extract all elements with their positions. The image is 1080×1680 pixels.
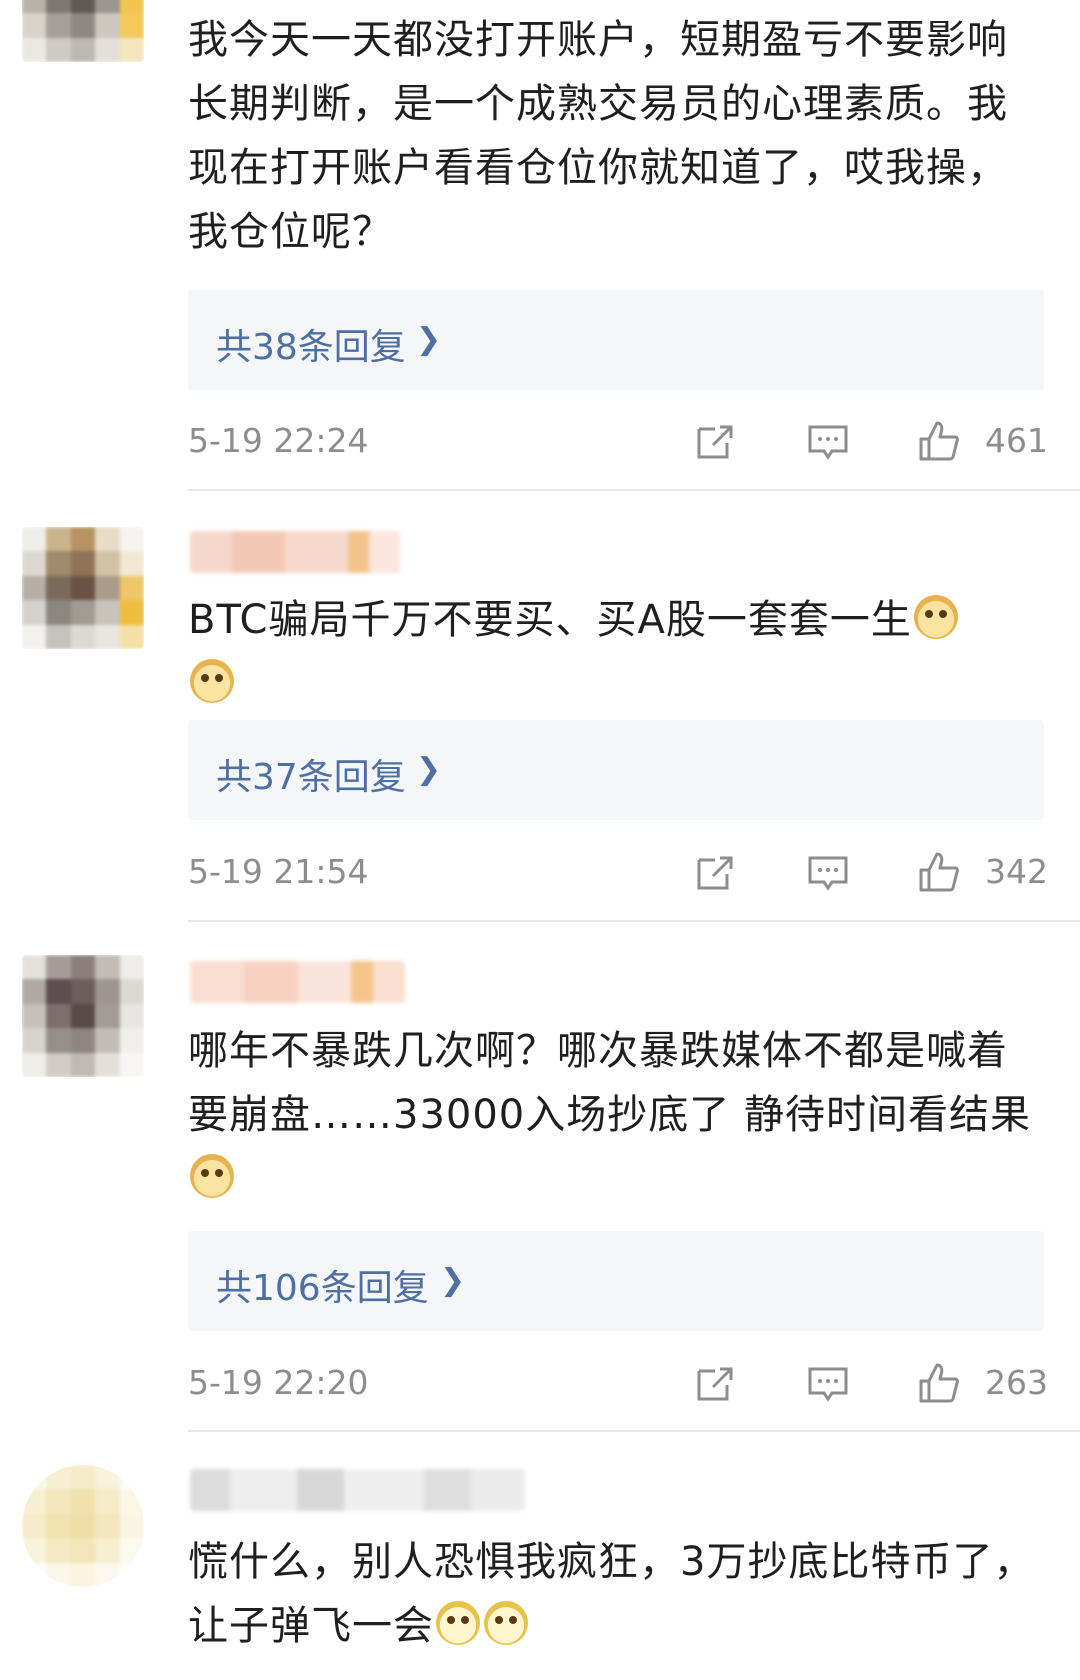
comment-text-content: BTC骗局千万不要买、买A股一套套一生 [188, 597, 912, 643]
username[interactable] [190, 961, 405, 1003]
comment-icon[interactable] [806, 1361, 850, 1405]
comment-meta-bar: 5-19 21:54 342 [188, 846, 1048, 896]
comment-icon[interactable] [806, 850, 850, 894]
divider [188, 1430, 1080, 1432]
reply-count-box[interactable]: 共106条回复 ❯ [188, 1231, 1044, 1331]
avatar[interactable] [22, 527, 144, 649]
timestamp: 5-19 22:24 [188, 421, 369, 460]
comment-text: BTC骗局千万不要买、买A股一套套一生 [188, 588, 1048, 716]
like-count: 342 [985, 852, 1048, 891]
reply-count-box[interactable]: 共38条回复 ❯ [188, 290, 1044, 390]
avatar[interactable] [22, 955, 144, 1077]
thumbs-up-icon[interactable] [917, 1361, 961, 1405]
divider [188, 920, 1080, 922]
share-icon[interactable] [693, 419, 737, 463]
thumbs-up-icon[interactable] [917, 850, 961, 894]
comment-meta-bar: 5-19 22:20 263 [188, 1357, 1048, 1407]
doge-emoji-icon [913, 595, 958, 639]
comment-text-content: 哪年不暴跌几次啊？哪次暴跌媒体不都是喊着要崩盘……33000入场抄底了 静待时间… [188, 1028, 1031, 1138]
share-icon[interactable] [693, 850, 737, 894]
reply-count-link[interactable]: 共38条回复 [216, 318, 406, 370]
avatar[interactable] [22, 1465, 144, 1587]
comment-meta-bar: 5-19 22:24 461 [188, 415, 1048, 465]
chevron-right-icon: ❯ [416, 752, 442, 787]
comment-text: 我今天一天都没打开账户，短期盈亏不要影响长期判断，是一个成熟交易员的心理素质。我… [188, 8, 1048, 264]
comment-text-content: 慌什么，别人恐惧我疯狂，3万抄底比特币了，让子弹飞一会 [188, 1539, 1035, 1649]
share-icon[interactable] [693, 1361, 737, 1405]
chevron-right-icon: ❯ [416, 322, 442, 357]
divider [188, 489, 1080, 491]
username[interactable] [190, 1469, 525, 1511]
doge-emoji-icon [190, 659, 234, 703]
smile-emoji-icon [436, 1601, 480, 1645]
chevron-right-icon: ❯ [440, 1263, 466, 1298]
comment-text: 慌什么，别人恐惧我疯狂，3万抄底比特币了，让子弹飞一会 [188, 1530, 1048, 1658]
username[interactable] [190, 531, 400, 573]
reply-count-box[interactable]: 共37条回复 ❯ [188, 720, 1044, 820]
smile-emoji-icon [484, 1601, 528, 1645]
like-count: 263 [985, 1363, 1048, 1402]
comment-text-content: 我今天一天都没打开账户，短期盈亏不要影响长期判断，是一个成熟交易员的心理素质。我… [188, 17, 1008, 255]
like-count: 461 [985, 421, 1048, 460]
thumbs-up-icon[interactable] [917, 419, 961, 463]
comment-text: 哪年不暴跌几次啊？哪次暴跌媒体不都是喊着要崩盘……33000入场抄底了 静待时间… [188, 1019, 1048, 1211]
timestamp: 5-19 21:54 [188, 852, 369, 891]
comment-icon[interactable] [806, 419, 850, 463]
doge-emoji-icon [190, 1154, 234, 1198]
timestamp: 5-19 22:20 [188, 1363, 369, 1402]
avatar[interactable] [22, 0, 144, 62]
reply-count-link[interactable]: 共37条回复 [216, 748, 406, 800]
reply-count-link[interactable]: 共106条回复 [216, 1259, 429, 1311]
